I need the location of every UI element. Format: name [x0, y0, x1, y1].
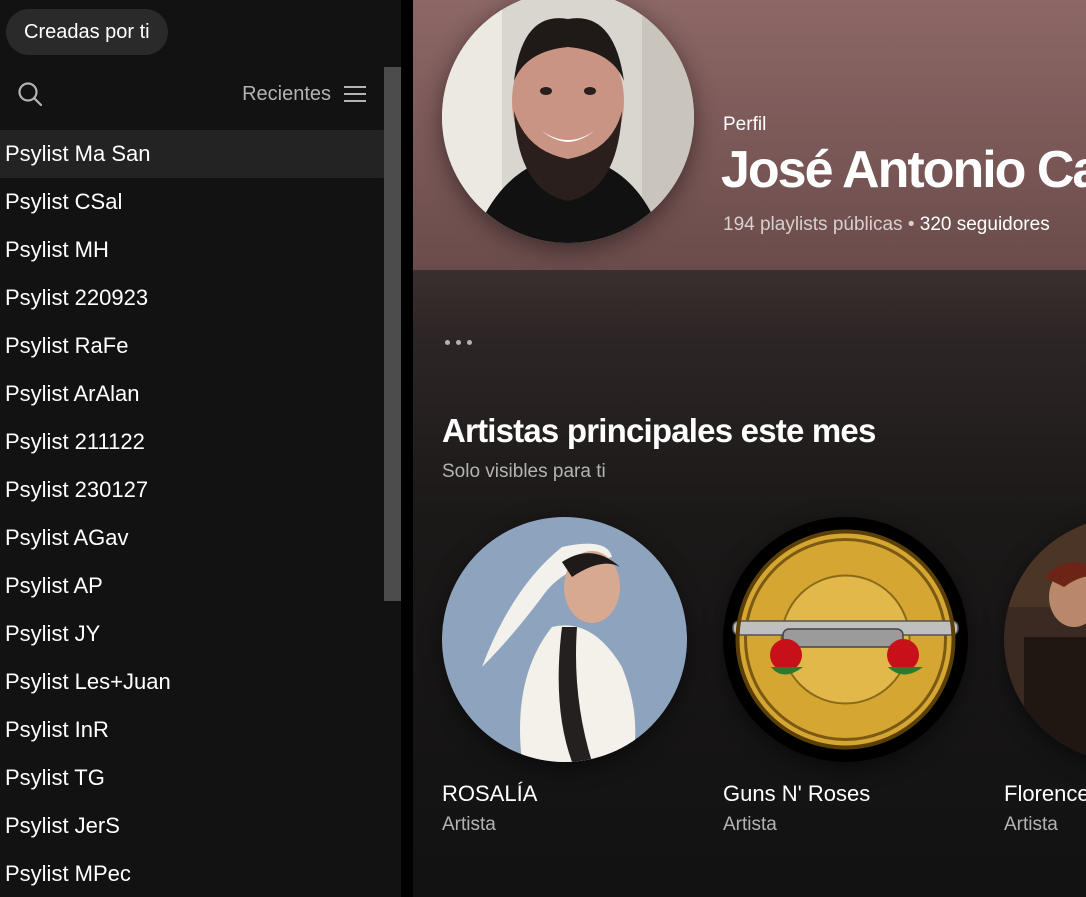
profile-header: Perfil José Antonio Cas 194 playlists pú…	[413, 0, 1086, 270]
playlist-item[interactable]: Psylist JY	[0, 610, 386, 658]
sidebar-scrollbar[interactable]	[384, 67, 401, 601]
artist-card[interactable]: Guns N' Roses Artista	[723, 517, 968, 836]
section-title[interactable]: Artistas principales este mes	[442, 412, 876, 450]
stats-separator: •	[907, 214, 915, 235]
list-icon	[344, 86, 366, 102]
playlist-item[interactable]: Psylist InR	[0, 706, 386, 754]
more-dots-icon	[445, 339, 450, 345]
playlist-item[interactable]: Psylist 211122	[0, 418, 386, 466]
artist-name[interactable]: Florence + The Machine	[1004, 778, 1086, 810]
artist-card[interactable]: ROSALÍA Artista	[442, 517, 687, 836]
artist-role: Artista	[723, 814, 777, 835]
avatar-photo	[442, 0, 694, 243]
playlist-item[interactable]: Psylist 230127	[0, 466, 386, 514]
playlist-list: Psylist Ma San Psylist CSal Psylist MH P…	[0, 130, 386, 897]
playlist-item[interactable]: Psylist Les+Juan	[0, 658, 386, 706]
public-playlists-count[interactable]: 194 playlists públicas	[723, 214, 903, 235]
library-sidebar: Creadas por ti Recientes Psylist Ma San …	[0, 0, 401, 897]
artist-name[interactable]: ROSALÍA	[442, 778, 687, 810]
playlist-item[interactable]: Psylist ArAlan	[0, 370, 386, 418]
playlist-item[interactable]: Psylist MH	[0, 226, 386, 274]
followers-count[interactable]: 320 seguidores	[920, 214, 1050, 235]
sort-button[interactable]: Recientes	[242, 78, 367, 110]
playlist-item[interactable]: Psylist 220923	[0, 274, 386, 322]
search-icon	[18, 82, 43, 107]
playlist-item[interactable]: Psylist AGav	[0, 514, 386, 562]
panel-divider[interactable]	[401, 0, 413, 897]
artist-role: Artista	[442, 814, 496, 835]
more-options-button[interactable]	[445, 330, 487, 354]
artist-image	[442, 517, 687, 762]
library-search-button[interactable]	[14, 78, 46, 110]
playlist-item[interactable]: Psylist CSal	[0, 178, 386, 226]
artist-role: Artista	[1004, 814, 1058, 835]
app-window: Creadas por ti Recientes Psylist Ma San …	[0, 0, 1086, 897]
artist-name[interactable]: Guns N' Roses	[723, 778, 968, 810]
playlist-item[interactable]: Psylist RaFe	[0, 322, 386, 370]
playlist-item[interactable]: Psylist AP	[0, 562, 386, 610]
profile-name: José Antonio Cas	[721, 141, 1086, 199]
artist-card[interactable]: Florence + The Machine Artista	[1004, 517, 1086, 836]
playlist-item[interactable]: Psylist JerS	[0, 802, 386, 850]
playlist-item[interactable]: Psylist Ma San	[0, 130, 386, 178]
profile-type-label: Perfil	[723, 114, 767, 135]
artist-image	[723, 517, 968, 762]
profile-stats: 194 playlists públicas • 320 seguidores	[723, 214, 1050, 236]
sort-label: Recientes	[242, 82, 331, 105]
artist-image	[1004, 517, 1086, 762]
filter-chip-created-by-you[interactable]: Creadas por ti	[6, 9, 168, 55]
playlist-item[interactable]: Psylist TG	[0, 754, 386, 802]
profile-main: Perfil José Antonio Cas 194 playlists pú…	[413, 0, 1086, 897]
playlist-item[interactable]: Psylist MPec	[0, 850, 386, 897]
section-subtitle: Solo visibles para ti	[442, 461, 606, 482]
profile-avatar[interactable]	[442, 0, 694, 243]
